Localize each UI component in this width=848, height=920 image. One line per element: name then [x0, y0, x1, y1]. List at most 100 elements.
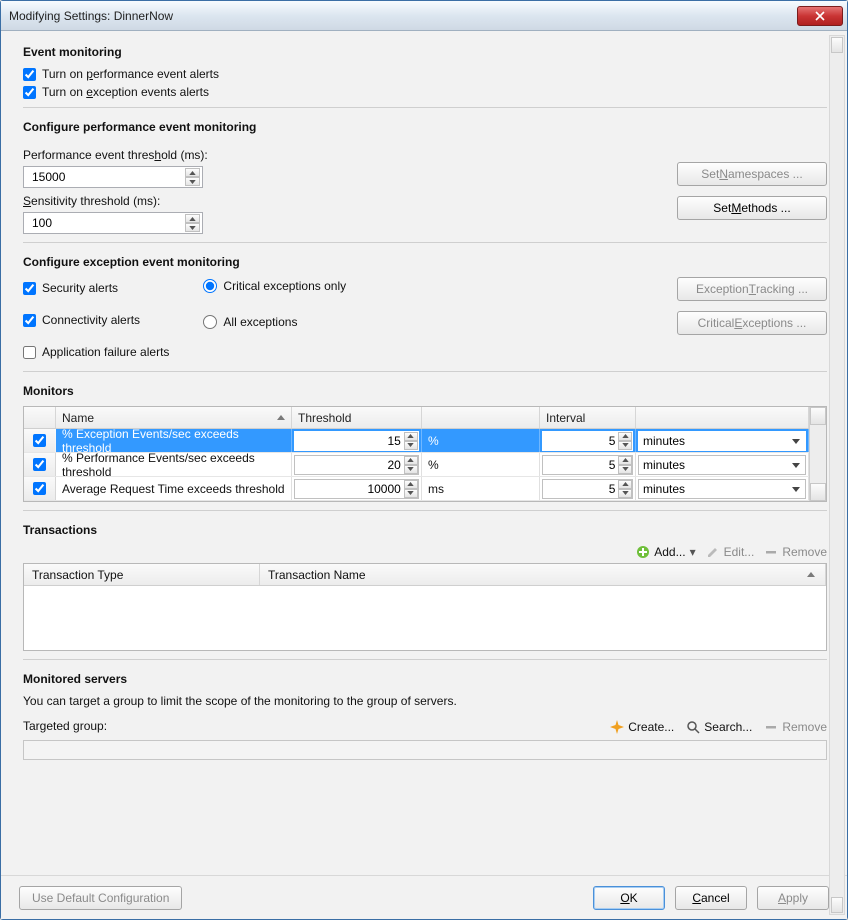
- monitors-scrollbar[interactable]: [809, 407, 826, 501]
- page-scrollbar[interactable]: [829, 35, 845, 915]
- label-perf-alerts: Turn on performance event alerts: [42, 67, 219, 81]
- spin-down-icon[interactable]: [186, 177, 200, 186]
- label-security: Security alerts: [42, 281, 118, 295]
- transactions-edit-button[interactable]: Edit...: [706, 545, 755, 559]
- heading-event-monitoring: Event monitoring: [23, 45, 827, 59]
- spinner[interactable]: [618, 456, 632, 474]
- monitor-row-name: Average Request Time exceeds threshold: [56, 477, 292, 500]
- label-critical-only: Critical exceptions only: [223, 279, 346, 293]
- monitor-threshold-field[interactable]: [295, 482, 404, 496]
- monitor-row-name: % Exception Events/sec exceeds threshold: [56, 429, 292, 452]
- radio-critical-only[interactable]: [203, 279, 217, 293]
- monitor-threshold-input[interactable]: [294, 431, 419, 451]
- servers-search-label: Search...: [704, 720, 752, 734]
- monitor-threshold-field[interactable]: [295, 434, 404, 448]
- set-methods-button[interactable]: Set Methods ...: [677, 196, 827, 220]
- monitor-interval-input[interactable]: [542, 431, 633, 451]
- monitor-row[interactable]: Average Request Time exceeds thresholdms…: [24, 477, 809, 501]
- titlebar: Modifying Settings: DinnerNow: [1, 1, 847, 31]
- monitor-row-checkbox[interactable]: [33, 482, 46, 495]
- checkbox-exc-alerts[interactable]: [23, 86, 36, 99]
- monitor-threshold-field[interactable]: [295, 458, 404, 472]
- monitor-interval-input[interactable]: [542, 479, 633, 499]
- monitor-row-checkbox[interactable]: [33, 434, 46, 447]
- plus-icon: [636, 545, 650, 559]
- input-threshold-field[interactable]: [30, 169, 185, 185]
- minus-icon: [764, 720, 778, 734]
- checkbox-connectivity[interactable]: [23, 314, 36, 327]
- use-default-config-button[interactable]: Use Default Configuration: [19, 886, 182, 910]
- label-threshold: Performance event threshold (ms):: [23, 148, 657, 162]
- spinner[interactable]: [404, 432, 418, 450]
- monitor-row-name: % Performance Events/sec exceeds thresho…: [56, 453, 292, 476]
- transactions-add-button[interactable]: Add... ▾: [636, 545, 695, 559]
- col-checkbox[interactable]: [24, 407, 56, 428]
- checkbox-appfail[interactable]: [23, 346, 36, 359]
- monitor-interval-unit-dropdown[interactable]: minutes: [638, 479, 806, 499]
- label-sensitivity: Sensitivity threshold (ms):: [23, 194, 657, 208]
- targeted-group-field[interactable]: [23, 740, 827, 760]
- critical-exceptions-button[interactable]: Critical Exceptions ...: [677, 311, 827, 335]
- monitor-interval-unit-dropdown[interactable]: minutes: [638, 455, 806, 475]
- monitor-threshold-unit: %: [422, 429, 540, 452]
- window-title: Modifying Settings: DinnerNow: [9, 9, 173, 23]
- monitor-row-checkbox[interactable]: [33, 458, 46, 471]
- spinner-sensitivity[interactable]: [185, 214, 200, 232]
- input-sensitivity[interactable]: [23, 212, 203, 234]
- heading-monitors: Monitors: [23, 384, 827, 398]
- transactions-table: Transaction Type Transaction Name: [23, 563, 827, 651]
- input-sensitivity-field[interactable]: [30, 215, 185, 231]
- spin-down-icon[interactable]: [186, 223, 200, 232]
- label-appfail: Application failure alerts: [42, 345, 169, 359]
- spinner[interactable]: [618, 480, 632, 498]
- apply-button[interactable]: Apply: [757, 886, 829, 910]
- spinner[interactable]: [404, 480, 418, 498]
- transactions-header: Transaction Type Transaction Name: [24, 564, 826, 586]
- spinner[interactable]: [618, 432, 632, 450]
- monitor-threshold-input[interactable]: [294, 455, 419, 475]
- monitor-interval-input[interactable]: [542, 455, 633, 475]
- bottom-button-bar: Use Default Configuration OK Cancel Appl…: [1, 875, 847, 919]
- set-namespaces-button[interactable]: Set Namespaces ...: [677, 162, 827, 186]
- cancel-button[interactable]: Cancel: [675, 886, 747, 910]
- monitor-interval-field[interactable]: [543, 458, 618, 472]
- minus-icon: [764, 545, 778, 559]
- radio-all-exceptions[interactable]: [203, 315, 217, 329]
- monitor-interval-field[interactable]: [543, 482, 618, 496]
- monitor-interval-unit-dropdown[interactable]: minutes: [638, 431, 806, 451]
- col-interval[interactable]: Interval: [540, 407, 636, 428]
- chevron-down-icon: ▾: [690, 545, 696, 559]
- col-threshold[interactable]: Threshold: [292, 407, 422, 428]
- servers-create-label: Create...: [628, 720, 674, 734]
- servers-remove-label: Remove: [782, 720, 827, 734]
- servers-create-button[interactable]: Create...: [610, 720, 674, 734]
- monitor-threshold-unit: %: [422, 453, 540, 476]
- col-transaction-name[interactable]: Transaction Name: [260, 564, 826, 585]
- heading-perf-config: Configure performance event monitoring: [23, 120, 827, 134]
- input-threshold[interactable]: [23, 166, 203, 188]
- checkbox-perf-alerts[interactable]: [23, 68, 36, 81]
- checkbox-security[interactable]: [23, 282, 36, 295]
- col-name[interactable]: Name: [56, 407, 292, 428]
- transactions-remove-button[interactable]: Remove: [764, 545, 827, 559]
- window-frame: Modifying Settings: DinnerNow Event moni…: [0, 0, 848, 920]
- servers-search-button[interactable]: Search...: [686, 720, 752, 734]
- monitor-interval-field[interactable]: [543, 434, 618, 448]
- spinner-threshold[interactable]: [185, 168, 200, 186]
- monitor-row[interactable]: % Performance Events/sec exceeds thresho…: [24, 453, 809, 477]
- spin-up-icon[interactable]: [186, 214, 200, 223]
- servers-remove-button[interactable]: Remove: [764, 720, 827, 734]
- sparkle-icon: [610, 720, 624, 734]
- ok-button[interactable]: OK: [593, 886, 665, 910]
- monitor-row[interactable]: % Exception Events/sec exceeds threshold…: [24, 429, 809, 453]
- client-area: Event monitoring Turn on performance eve…: [1, 31, 847, 919]
- monitor-threshold-input[interactable]: [294, 479, 419, 499]
- col-transaction-type[interactable]: Transaction Type: [24, 564, 260, 585]
- monitors-header: Name Threshold Interval: [24, 407, 809, 429]
- exception-tracking-button[interactable]: Exception Tracking ...: [677, 277, 827, 301]
- spinner[interactable]: [404, 456, 418, 474]
- heading-exc-config: Configure exception event monitoring: [23, 255, 827, 269]
- close-button[interactable]: [797, 6, 843, 26]
- spin-up-icon[interactable]: [186, 168, 200, 177]
- col-interval-unit: [636, 407, 809, 428]
